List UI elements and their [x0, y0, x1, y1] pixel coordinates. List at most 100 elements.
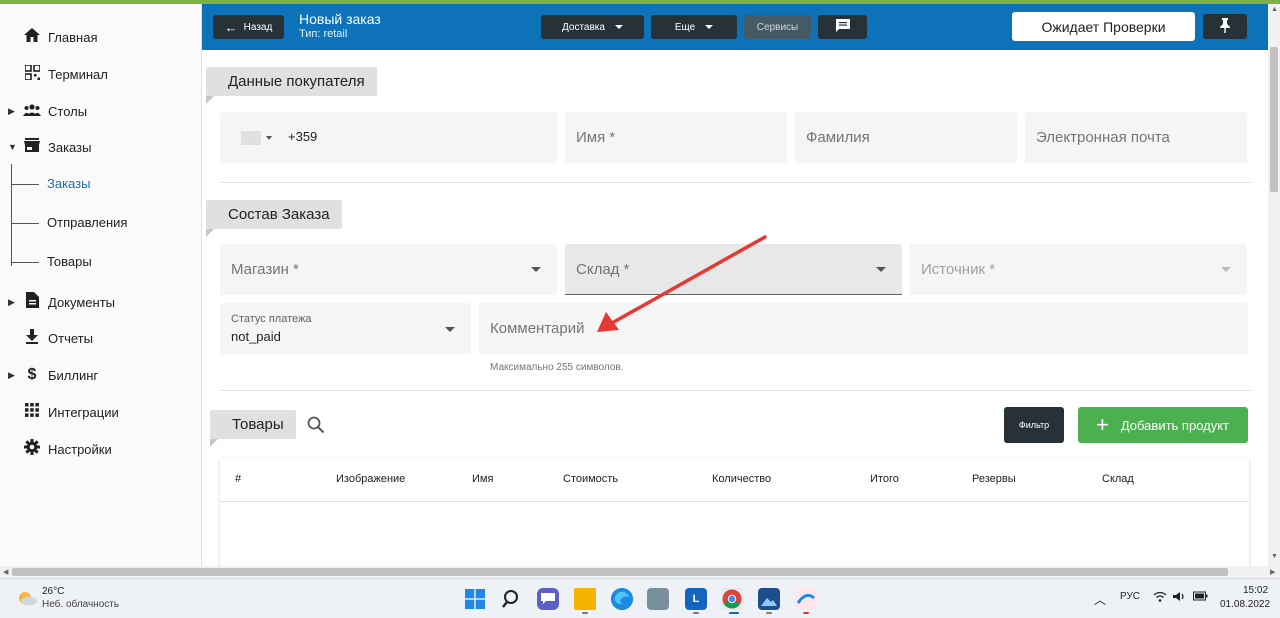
first-name-field[interactable]: Имя * [565, 112, 787, 163]
warehouse-placeholder: Склад * [576, 261, 630, 278]
battery-icon[interactable] [1193, 591, 1208, 604]
delivery-dropdown[interactable]: Доставка [541, 15, 644, 39]
payment-status-select[interactable]: Статус платежа not_paid [220, 303, 471, 354]
section-title: Состав Заказа [228, 206, 330, 223]
comment-icon [835, 19, 850, 35]
column-header[interactable]: Изображение [336, 473, 405, 485]
add-product-button[interactable]: + Добавить продукт [1078, 407, 1248, 443]
apps-grid-icon [22, 403, 42, 421]
order-status-button[interactable]: Ожидает Проверки [1012, 12, 1195, 41]
scroll-left-icon[interactable]: ◀ [3, 568, 8, 576]
first-name-placeholder: Имя * [576, 129, 616, 146]
sidebar-item-label: Биллинг [48, 367, 99, 383]
vertical-scrollbar[interactable]: ▲ ▼ [1268, 4, 1280, 566]
last-name-field[interactable]: Фамилия [795, 112, 1017, 163]
store-icon [22, 138, 42, 156]
warehouse-select[interactable]: Склад * [565, 244, 902, 295]
sidebar-item-label: Настройки [48, 441, 112, 457]
scroll-down-icon[interactable]: ▼ [1271, 553, 1278, 560]
scrollbar-thumb[interactable] [12, 568, 1228, 576]
running-indicator [766, 612, 772, 614]
chevron-down-icon[interactable] [266, 136, 272, 140]
edge-browser-icon[interactable] [611, 588, 633, 610]
divider [220, 390, 1251, 391]
outlook-icon[interactable]: L [685, 588, 707, 610]
language-indicator[interactable]: РУС [1120, 591, 1140, 602]
chevron-up-icon[interactable]: ︿ [1094, 591, 1106, 608]
arrow-left-icon: ← [224, 19, 238, 35]
column-header[interactable]: Количество [712, 473, 771, 485]
sidebar-item-settings[interactable]: Настройки [0, 434, 200, 464]
app-icon[interactable] [795, 588, 817, 610]
sidebar-item-reports[interactable]: Отчеты [0, 323, 200, 353]
section-chip-order: Состав Заказа [206, 200, 342, 229]
horizontal-scrollbar[interactable]: ◀ ▶ [0, 566, 1280, 578]
main-content: Данные покупателя +359 Имя * Фамилия Эле… [202, 50, 1268, 566]
os-taskbar: 26°C Неб. облачность L ︿ РУС 15:02 01.08… [0, 578, 1280, 618]
column-header[interactable]: Итого [870, 473, 899, 485]
services-label: Сервисы [756, 21, 799, 33]
scrollbar-thumb[interactable] [1270, 47, 1278, 192]
divider [220, 182, 1251, 183]
sidebar-item-billing[interactable]: ▶ $ Биллинг [0, 360, 200, 390]
sidebar-item-integrations[interactable]: Интеграции [0, 397, 200, 427]
comments-button[interactable] [818, 15, 867, 39]
services-button[interactable]: Сервисы [744, 15, 811, 39]
clock-date[interactable]: 01.08.2022 [1220, 599, 1270, 610]
windows-start-icon[interactable] [464, 588, 486, 610]
phone-field[interactable]: +359 [220, 112, 557, 163]
scroll-right-icon[interactable]: ▶ [1270, 568, 1275, 576]
sidebar-subitem-products[interactable]: Товары [0, 250, 200, 274]
add-product-label: Добавить продукт [1120, 417, 1230, 433]
weather-widget[interactable]: 26°C Неб. облачность [14, 585, 154, 615]
sidebar-subitem-orders[interactable]: Заказы [0, 172, 200, 196]
scroll-up-icon[interactable]: ▲ [1271, 6, 1278, 13]
dropdown-arrow-icon [876, 267, 886, 272]
chrome-icon[interactable] [721, 588, 743, 610]
back-button[interactable]: ← Назад [213, 15, 284, 39]
weather-temp: 26°C [42, 586, 65, 597]
store-select[interactable]: Магазин * [220, 244, 557, 295]
payment-status-value: not_paid [231, 329, 281, 344]
wifi-icon[interactable] [1153, 591, 1167, 605]
collapse-arrow-icon[interactable]: ▼ [8, 142, 17, 152]
network-app-icon[interactable] [647, 588, 669, 610]
column-header[interactable]: Склад [1102, 473, 1134, 485]
dropdown-arrow-icon [1221, 267, 1231, 272]
sidebar-item-orders[interactable]: ▼ Заказы [0, 132, 200, 162]
qr-icon [22, 63, 42, 84]
chat-icon[interactable] [537, 588, 559, 610]
filter-button[interactable]: Фильтр [1004, 407, 1064, 443]
search-icon[interactable] [501, 588, 523, 610]
comment-field[interactable]: Комментарий [479, 303, 1248, 354]
dropdown-arrow-icon [531, 267, 541, 272]
email-field[interactable]: Электронная почта [1025, 112, 1247, 163]
top-header: ← Назад Новый заказ Тип: retail Доставка… [202, 4, 1268, 50]
search-icon[interactable] [307, 416, 325, 439]
section-title: Товары [232, 416, 284, 433]
volume-icon[interactable] [1173, 591, 1187, 605]
sidebar-subitem-shipments[interactable]: Отправления [0, 211, 200, 235]
expand-arrow-icon[interactable]: ▶ [8, 370, 15, 381]
sidebar-item-tables[interactable]: ▶ Столы [0, 96, 200, 126]
expand-arrow-icon[interactable]: ▶ [8, 297, 15, 308]
more-dropdown[interactable]: Еще [651, 15, 737, 39]
section-chip-customer: Данные покупателя [206, 67, 377, 96]
column-header[interactable]: Резервы [972, 473, 1016, 485]
pin-button[interactable] [1203, 14, 1247, 39]
column-header[interactable]: # [235, 473, 241, 485]
column-header[interactable]: Стоимость [563, 473, 618, 485]
column-header[interactable]: Имя [472, 473, 493, 485]
sidebar-item-documents[interactable]: ▶ Документы [0, 287, 200, 317]
expand-arrow-icon[interactable]: ▶ [8, 106, 15, 117]
photos-icon[interactable] [758, 588, 780, 610]
country-flag-icon[interactable] [241, 131, 261, 145]
last-name-placeholder: Фамилия [806, 129, 870, 146]
sidebar-item-home[interactable]: Главная [0, 22, 200, 52]
clock-time[interactable]: 15:02 [1243, 585, 1268, 596]
sidebar-subitem-label: Товары [47, 254, 92, 269]
sidebar-item-terminal[interactable]: Терминал [0, 59, 200, 89]
gear-icon [22, 439, 42, 459]
sidebar-item-label: Интеграции [48, 404, 119, 420]
file-explorer-icon[interactable] [574, 588, 596, 610]
